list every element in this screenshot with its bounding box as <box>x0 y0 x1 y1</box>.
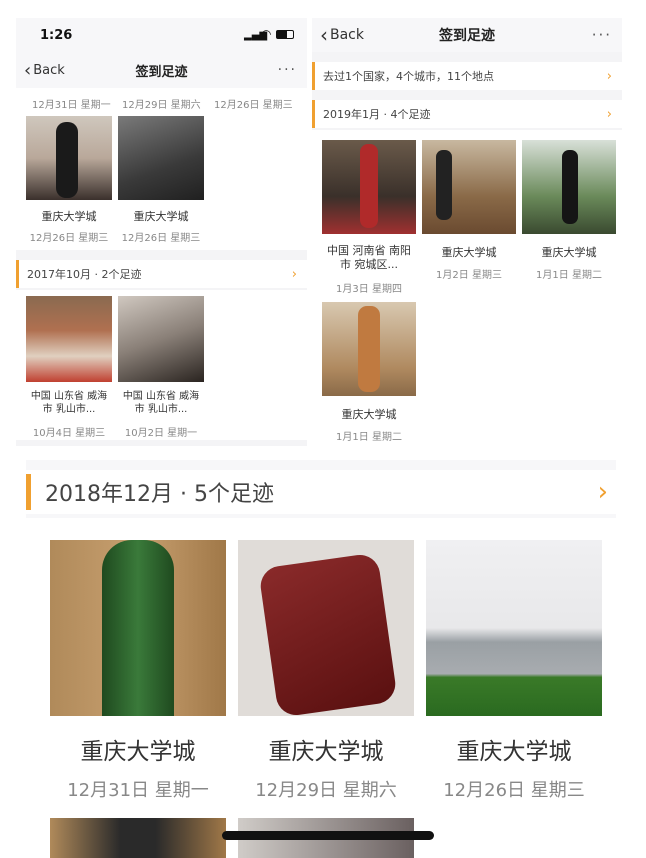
chevron-right-icon: › <box>291 266 297 282</box>
card-date: 12月26日 星期三 <box>29 233 109 244</box>
photo-thumbnail[interactable] <box>422 140 516 234</box>
accent-bar <box>312 100 315 128</box>
card-title: 重庆大学城 <box>456 739 572 765</box>
wifi-icon: ◠ <box>261 27 272 41</box>
accent-bar <box>26 474 31 510</box>
chevron-right-icon: › <box>606 106 612 122</box>
chevron-left-icon: ‹ <box>24 59 32 81</box>
battery-icon <box>276 30 294 39</box>
chevron-right-icon: › <box>606 68 612 84</box>
card-date: 12月31日 星期一 <box>67 780 209 801</box>
card-date: 1月1日 星期二 <box>336 432 402 443</box>
card-title: 重庆大学城 <box>541 246 597 259</box>
section-header[interactable]: 2019年1月 · 4个足迹 › <box>312 100 622 128</box>
right-screenshot-panel: ‹ Back 签到足迹 ··· 去过1个国家，4个城市，11个地点 › 2019… <box>312 18 622 446</box>
top-date: 12月26日 星期三 <box>214 100 293 111</box>
photo-thumbnail[interactable] <box>426 540 602 716</box>
more-icon[interactable]: ··· <box>592 26 612 44</box>
accent-bar <box>16 260 19 288</box>
top-date: 12月29日 星期六 <box>122 100 201 111</box>
page-title: 签到足迹 <box>439 28 495 44</box>
card-title: 重庆大学城 <box>80 739 196 765</box>
back-label: Back <box>330 27 364 43</box>
card-title: 重庆大学城 <box>41 210 97 223</box>
back-button[interactable]: ‹ Back <box>24 60 65 81</box>
card-title: 重庆大学城 <box>268 739 384 765</box>
section-title: 2019年1月 · 4个足迹 <box>323 108 431 121</box>
photo-thumbnail[interactable] <box>50 540 226 716</box>
photo-thumbnail[interactable] <box>118 116 204 200</box>
photo-thumbnail[interactable] <box>118 296 204 382</box>
card-date: 1月3日 星期四 <box>336 284 402 295</box>
summary-text: 去过1个国家，4个城市，11个地点 <box>323 70 494 83</box>
card-title: 中国 山东省 威海市 乳山市... <box>122 391 200 415</box>
card-title: 重庆大学城 <box>441 246 497 259</box>
accent-bar <box>312 62 315 90</box>
home-indicator[interactable] <box>222 831 434 840</box>
photo-thumbnail[interactable] <box>50 818 226 858</box>
card-title: 中国 山东省 威海市 乳山市... <box>30 391 108 415</box>
card-title: 重庆大学城 <box>133 210 189 223</box>
section-title: 2018年12月 · 5个足迹 <box>45 482 274 507</box>
status-time: 1:26 <box>40 28 73 43</box>
right-navbar: ‹ Back 签到足迹 ··· <box>312 18 622 52</box>
section-title: 2017年10月 · 2个足迹 <box>27 268 142 281</box>
chevron-left-icon: ‹ <box>320 23 328 47</box>
card-date: 12月26日 星期三 <box>443 780 585 801</box>
bottom-zoomed-section: 2018年12月 · 5个足迹 › 重庆大学城 重庆大学城 重庆大学城 12月3… <box>26 460 616 858</box>
left-screenshot-panel: 1:26 ▂▄▆ ◠ ‹ Back 签到足迹 ··· 12月31日 星期一 12… <box>16 18 307 446</box>
chevron-right-icon: › <box>597 477 608 507</box>
status-bar: 1:26 ▂▄▆ ◠ <box>16 18 307 52</box>
card-date: 12月29日 星期六 <box>255 780 397 801</box>
card-date: 1月1日 星期二 <box>536 270 602 281</box>
section-header[interactable]: 2018年12月 · 5个足迹 › <box>26 470 616 514</box>
card-date: 10月4日 星期三 <box>32 428 106 439</box>
top-date: 12月31日 星期一 <box>32 100 111 111</box>
more-icon[interactable]: ··· <box>278 62 297 78</box>
card-title: 中国 河南省 南阳市 宛城区... <box>327 244 411 271</box>
page-title: 签到足迹 <box>135 64 188 80</box>
summary-row[interactable]: 去过1个国家，4个城市，11个地点 › <box>312 62 622 90</box>
photo-thumbnail[interactable] <box>322 140 416 234</box>
photo-thumbnail[interactable] <box>522 140 616 234</box>
photo-thumbnail[interactable] <box>322 302 416 396</box>
section-header[interactable]: 2017年10月 · 2个足迹 › <box>16 260 307 288</box>
back-button[interactable]: ‹ Back <box>320 23 364 47</box>
photo-thumbnail[interactable] <box>26 116 112 200</box>
photo-thumbnail[interactable] <box>238 540 414 716</box>
photo-thumbnail[interactable] <box>26 296 112 382</box>
card-title: 重庆大学城 <box>341 408 397 421</box>
card-date: 10月2日 星期一 <box>124 428 198 439</box>
card-date: 1月2日 星期三 <box>436 270 502 281</box>
card-date: 12月26日 星期三 <box>121 233 201 244</box>
left-navbar: ‹ Back 签到足迹 ··· <box>16 52 307 88</box>
back-label: Back <box>33 62 65 78</box>
